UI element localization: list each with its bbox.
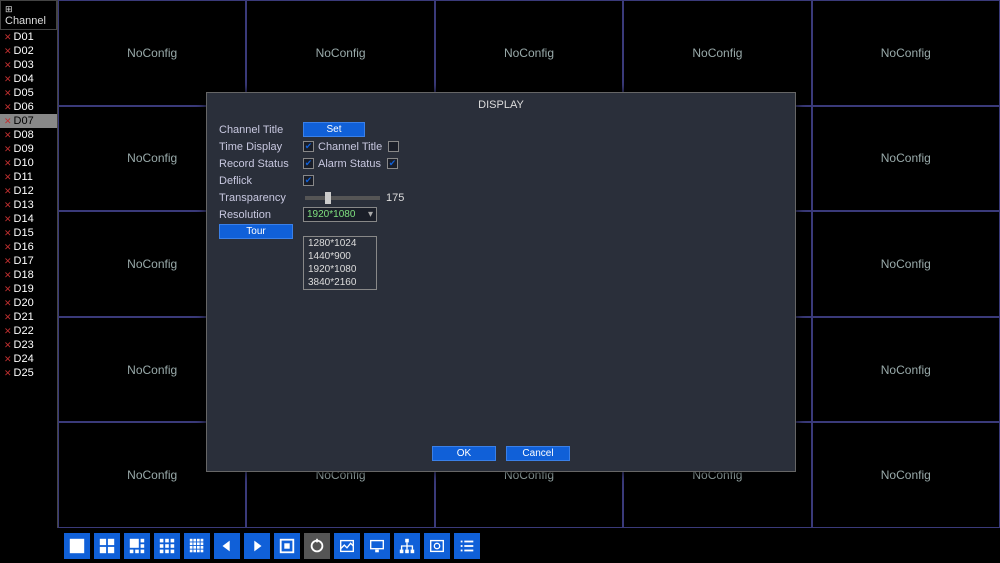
layout-8-icon[interactable] — [124, 533, 150, 559]
next-icon[interactable] — [244, 533, 270, 559]
set-button[interactable]: Set — [303, 122, 365, 137]
channel-item[interactable]: D03 — [0, 58, 57, 72]
grid-cell[interactable]: NoConfig — [812, 317, 1000, 423]
channel-item[interactable]: D07 — [0, 114, 57, 128]
slider-thumb[interactable] — [325, 192, 331, 204]
grid-cell[interactable]: NoConfig — [435, 0, 623, 106]
layout-1-icon[interactable] — [64, 533, 90, 559]
deflick-label: Deflick — [219, 175, 303, 187]
dropdown-item[interactable]: 3840*2160 — [304, 276, 376, 289]
grid-cell[interactable]: NoConfig — [812, 106, 1000, 212]
ptz-icon[interactable] — [304, 533, 330, 559]
transparency-slider[interactable] — [305, 196, 380, 200]
resolution-dropdown: 1280*10241440*9001920*10803840*2160 — [303, 236, 377, 290]
layout-9-icon[interactable] — [154, 533, 180, 559]
alarm-status-checkbox[interactable] — [387, 158, 398, 169]
channel-item[interactable]: D18 — [0, 268, 57, 282]
transparency-label: Transparency — [219, 192, 303, 204]
channel-item[interactable]: D13 — [0, 198, 57, 212]
dialog-title: DISPLAY — [207, 93, 795, 117]
display-dialog: DISPLAY Channel Title Set Time Display C… — [206, 92, 796, 472]
channel-title-cb-label: Channel Title — [318, 141, 382, 153]
time-display-label: Time Display — [219, 141, 303, 153]
cancel-button[interactable]: Cancel — [506, 446, 570, 461]
deflick-checkbox[interactable] — [303, 175, 314, 186]
channel-item[interactable]: D05 — [0, 86, 57, 100]
channel-item[interactable]: D09 — [0, 142, 57, 156]
time-display-checkbox[interactable] — [303, 141, 314, 152]
grid-cell[interactable]: NoConfig — [623, 0, 811, 106]
channel-item[interactable]: D10 — [0, 156, 57, 170]
fullscreen-icon[interactable] — [274, 533, 300, 559]
transparency-value: 175 — [386, 192, 404, 204]
channel-sidebar: Channel D01D02D03D04D05D06D07D08D09D10D1… — [0, 0, 58, 528]
channel-item[interactable]: D12 — [0, 184, 57, 198]
channel-item[interactable]: D06 — [0, 100, 57, 114]
record-status-checkbox[interactable] — [303, 158, 314, 169]
channel-item[interactable]: D17 — [0, 254, 57, 268]
resolution-select[interactable]: 1920*1080 ▾ — [303, 207, 377, 222]
channel-item[interactable]: D20 — [0, 296, 57, 310]
grid-cell[interactable]: NoConfig — [246, 0, 434, 106]
channel-item[interactable]: D01 — [0, 30, 57, 44]
layout-4-icon[interactable] — [94, 533, 120, 559]
channel-item[interactable]: D11 — [0, 170, 57, 184]
ok-button[interactable]: OK — [432, 446, 496, 461]
display-icon[interactable] — [364, 533, 390, 559]
grid-cell[interactable]: NoConfig — [58, 0, 246, 106]
channel-item[interactable]: D21 — [0, 310, 57, 324]
toolbar — [58, 528, 1000, 563]
channel-item[interactable]: D04 — [0, 72, 57, 86]
layout-16-icon[interactable] — [184, 533, 210, 559]
channel-title-checkbox[interactable] — [388, 141, 399, 152]
grid-cell[interactable]: NoConfig — [812, 422, 1000, 528]
record-status-label: Record Status — [219, 158, 303, 170]
network-icon[interactable] — [394, 533, 420, 559]
resolution-value: 1920*1080 — [307, 209, 355, 220]
grid-cell[interactable]: NoConfig — [812, 0, 1000, 106]
channel-item[interactable]: D25 — [0, 366, 57, 380]
hdd-icon[interactable] — [424, 533, 450, 559]
channel-item[interactable]: D23 — [0, 338, 57, 352]
channel-item[interactable]: D08 — [0, 128, 57, 142]
prev-icon[interactable] — [214, 533, 240, 559]
channel-item[interactable]: D16 — [0, 240, 57, 254]
resolution-label: Resolution — [219, 209, 303, 221]
tour-button[interactable]: Tour — [219, 224, 293, 239]
image-icon[interactable] — [334, 533, 360, 559]
list-icon[interactable] — [454, 533, 480, 559]
channel-item[interactable]: D14 — [0, 212, 57, 226]
chevron-down-icon: ▾ — [368, 209, 373, 220]
channel-title-label: Channel Title — [219, 124, 303, 136]
dropdown-item[interactable]: 1280*1024 — [304, 237, 376, 250]
dropdown-item[interactable]: 1440*900 — [304, 250, 376, 263]
channel-item[interactable]: D19 — [0, 282, 57, 296]
channel-item[interactable]: D22 — [0, 324, 57, 338]
channel-item[interactable]: D02 — [0, 44, 57, 58]
grid-cell[interactable]: NoConfig — [812, 211, 1000, 317]
sidebar-header: Channel — [0, 0, 57, 30]
channel-item[interactable]: D15 — [0, 226, 57, 240]
channel-item[interactable]: D24 — [0, 352, 57, 366]
alarm-status-label: Alarm Status — [318, 158, 381, 170]
dropdown-item[interactable]: 1920*1080 — [304, 263, 376, 276]
